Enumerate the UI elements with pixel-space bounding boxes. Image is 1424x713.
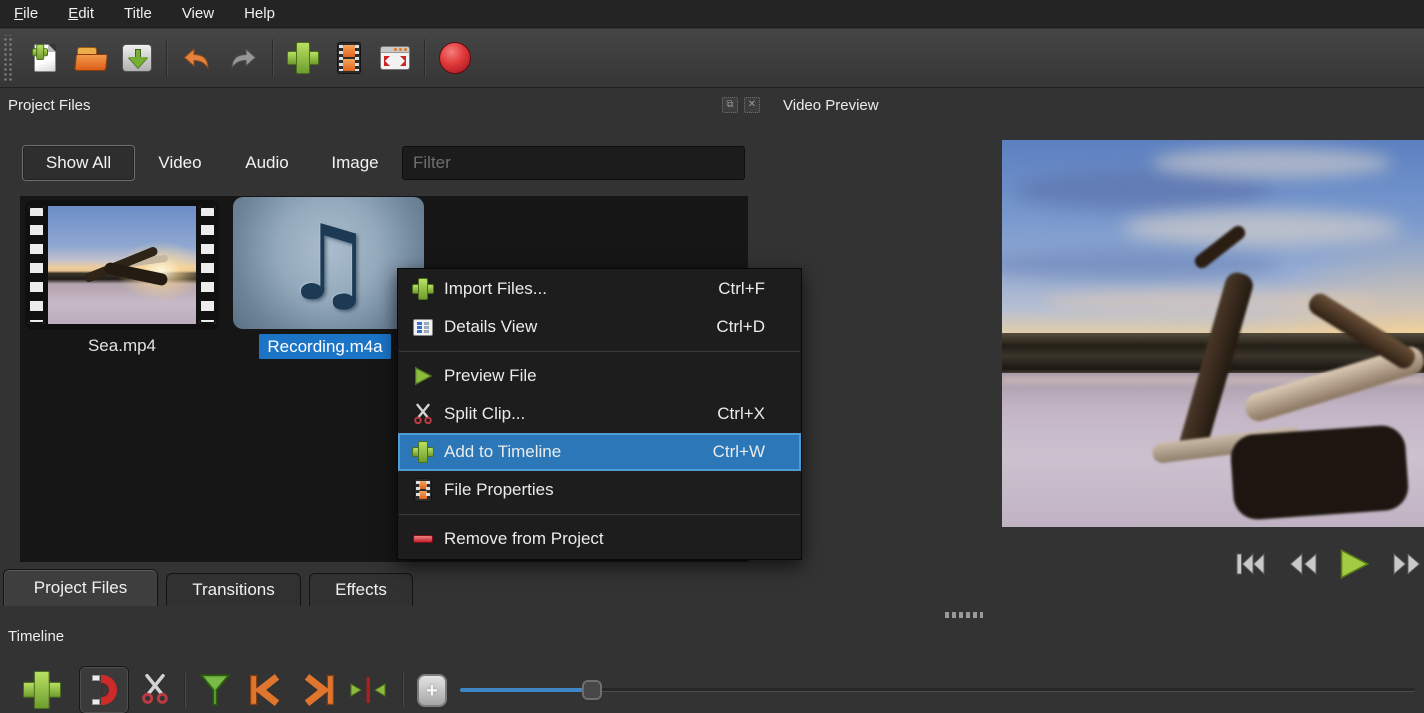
scissors-icon (412, 403, 434, 425)
toolbar-grip-handle[interactable] (2, 35, 14, 81)
timeline-zoom-slider-handle[interactable] (582, 680, 602, 700)
details-view-icon (413, 319, 433, 336)
new-project-button[interactable] (22, 34, 68, 82)
marker-icon (197, 672, 233, 708)
filter-tab-video[interactable]: Video (148, 145, 212, 181)
undo-button[interactable] (174, 34, 220, 82)
video-thumbnail (48, 206, 196, 324)
menu-item-remove-from-project[interactable]: Remove from Project (398, 520, 801, 558)
undo-icon (180, 42, 214, 74)
open-folder-icon (75, 45, 107, 71)
menu-view[interactable]: View (182, 5, 214, 22)
next-marker-button[interactable] (300, 671, 338, 709)
record-icon (439, 42, 471, 74)
choose-profile-button[interactable] (326, 34, 372, 82)
plus-icon (413, 279, 433, 299)
timeline-separator (402, 673, 404, 707)
project-files-panel-title: Project Files (8, 97, 91, 114)
toolbar-separator (272, 39, 274, 77)
tab-effects[interactable]: Effects (309, 573, 413, 606)
filter-tab-image[interactable]: Image (322, 145, 388, 181)
snapping-toggle-button[interactable] (79, 666, 129, 713)
fast-forward-icon (1390, 550, 1424, 578)
fullscreen-icon (380, 46, 410, 70)
tab-project-files[interactable]: Project Files (3, 569, 158, 606)
open-project-button[interactable] (68, 34, 114, 82)
filter-tab-audio[interactable]: Audio (235, 145, 299, 181)
timeline-panel-title: Timeline (8, 628, 64, 645)
menu-bar: File Edit Title View Help (0, 0, 1424, 28)
fullscreen-button[interactable] (372, 34, 418, 82)
next-marker-icon (301, 672, 337, 708)
scissors-icon (139, 672, 171, 706)
tab-transitions[interactable]: Transitions (166, 573, 301, 606)
panel-splitter-handle[interactable] (945, 612, 983, 618)
zoom-tool-button[interactable]: + (417, 674, 447, 707)
film-strip-icon (414, 478, 432, 502)
jump-to-start-button[interactable] (1234, 549, 1268, 579)
add-track-plus-icon (24, 672, 60, 708)
driftwood (1152, 200, 1424, 527)
app-window: File Edit Title View Help (0, 0, 1424, 713)
import-files-button[interactable] (280, 34, 326, 82)
redo-icon (226, 42, 260, 74)
razor-tool-button[interactable] (137, 670, 173, 708)
play-icon (412, 365, 434, 387)
timeline-zoom-slider-track[interactable] (460, 688, 1415, 692)
play-button[interactable] (1336, 547, 1372, 581)
toolbar-separator (424, 39, 426, 77)
menu-item-split-clip[interactable]: Split Clip... Ctrl+X (398, 395, 801, 433)
center-playhead-icon (343, 675, 393, 705)
timeline-zoom-slider-fill (460, 688, 583, 692)
import-plus-icon (288, 43, 318, 73)
video-preview-frame[interactable] (1002, 140, 1424, 527)
jump-to-start-icon (1234, 550, 1268, 578)
file-name-sea[interactable]: Sea.mp4 (25, 336, 219, 356)
previous-marker-button[interactable] (246, 671, 284, 709)
timeline-separator (184, 673, 186, 707)
file-name-recording-selected[interactable]: Recording.m4a (259, 334, 391, 359)
fast-forward-button[interactable] (1390, 549, 1424, 579)
float-panel-icon[interactable]: ⧉ (722, 97, 738, 113)
file-item-video[interactable] (25, 200, 219, 330)
save-icon (122, 44, 152, 72)
add-marker-button[interactable] (196, 671, 234, 709)
menu-title[interactable]: Title (124, 5, 152, 22)
rewind-button[interactable] (1286, 549, 1320, 579)
menu-item-file-properties[interactable]: File Properties (398, 471, 801, 509)
remove-icon (413, 535, 433, 543)
filter-input[interactable] (402, 146, 745, 180)
previous-marker-icon (247, 672, 283, 708)
play-icon (1337, 548, 1371, 580)
toolbar-separator (166, 39, 168, 77)
menu-item-add-to-timeline[interactable]: Add to Timeline Ctrl+W (398, 433, 801, 471)
menu-separator (399, 351, 800, 352)
close-panel-icon[interactable]: ✕ (744, 97, 760, 113)
file-item-audio[interactable]: ♫ (233, 197, 424, 329)
menu-file[interactable]: File (14, 5, 38, 22)
menu-item-import-files[interactable]: Import Files... Ctrl+F (398, 270, 801, 308)
new-project-icon (34, 44, 56, 72)
main-toolbar (0, 29, 1424, 88)
magnet-icon (92, 675, 117, 705)
menu-edit[interactable]: Edit (68, 5, 94, 22)
redo-button[interactable] (220, 34, 266, 82)
rewind-icon (1286, 550, 1320, 578)
film-strip-icon (337, 42, 361, 74)
add-track-button[interactable] (22, 670, 62, 710)
menu-separator (399, 514, 800, 515)
export-video-button[interactable] (432, 34, 478, 82)
music-note-icon: ♫ (282, 211, 375, 315)
plus-icon (413, 442, 433, 462)
menu-help[interactable]: Help (244, 5, 275, 22)
menu-item-details-view[interactable]: Details View Ctrl+D (398, 308, 801, 346)
context-menu: Import Files... Ctrl+F Details View Ctrl… (397, 268, 802, 560)
save-project-button[interactable] (114, 34, 160, 82)
center-on-playhead-button[interactable] (343, 675, 393, 705)
menu-item-preview-file[interactable]: Preview File (398, 357, 801, 395)
filter-tab-show-all[interactable]: Show All (22, 145, 135, 181)
zoom-plus-icon: + (426, 681, 438, 701)
video-preview-panel-title: Video Preview (783, 97, 879, 114)
